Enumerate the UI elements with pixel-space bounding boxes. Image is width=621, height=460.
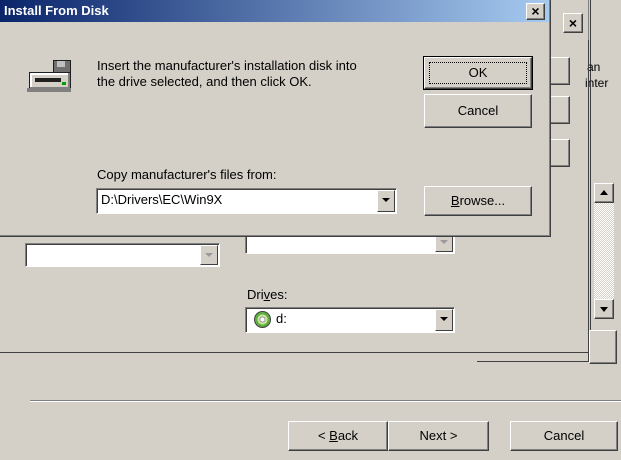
background-button-1[interactable] — [548, 57, 570, 85]
ok-button[interactable]: OK — [423, 56, 533, 90]
path-combo[interactable] — [96, 188, 397, 214]
background-side-text-1: an — [587, 60, 601, 74]
background-combo-left — [25, 243, 220, 267]
background-panel-right — [588, 40, 589, 362]
dialog-titlebar[interactable]: Install From Disk — [0, 0, 549, 22]
scroll-up-button[interactable] — [594, 183, 614, 203]
wizard-cancel-button[interactable]: Cancel — [510, 421, 618, 451]
path-input[interactable] — [101, 192, 371, 207]
dialog-message-line2: the drive selected, and then click OK. — [97, 74, 312, 89]
copy-from-label: Copy manufacturer's files from: — [97, 167, 277, 182]
cd-drive-icon — [254, 311, 271, 328]
close-icon: × — [531, 3, 540, 19]
next-button[interactable]: Next > — [388, 421, 489, 451]
browse-button[interactable]: Browse... — [424, 186, 532, 216]
background-panel-bottom — [477, 361, 589, 362]
wizard-separator-highlight — [30, 401, 621, 402]
scroll-down-button[interactable] — [594, 299, 614, 319]
close-icon: × — [568, 15, 578, 31]
background-window-right-edge — [590, 0, 591, 353]
dialog-close-button[interactable]: × — [526, 3, 545, 20]
drives-label: Drives: — [247, 287, 288, 302]
dialog-title: Install From Disk — [4, 3, 109, 18]
chevron-down-icon[interactable] — [377, 190, 395, 212]
back-button[interactable]: < Back — [288, 421, 388, 451]
chevron-down-icon — [200, 245, 218, 265]
arrow-up-icon — [600, 190, 608, 195]
cancel-button[interactable]: Cancel — [424, 94, 532, 128]
background-button-2[interactable] — [548, 96, 570, 124]
chevron-down-icon[interactable] — [435, 309, 453, 331]
drives-combo[interactable]: d: — [245, 307, 455, 333]
drive-value: d: — [276, 311, 287, 326]
background-bar — [589, 330, 617, 364]
dialog-message-line1: Insert the manufacturer's installation d… — [97, 58, 357, 73]
arrow-down-icon — [600, 307, 608, 312]
disk-drive-icon — [27, 60, 75, 94]
background-close-button[interactable]: × — [563, 13, 583, 33]
ok-button-face: OK — [424, 57, 532, 89]
background-button-3[interactable] — [548, 139, 570, 167]
